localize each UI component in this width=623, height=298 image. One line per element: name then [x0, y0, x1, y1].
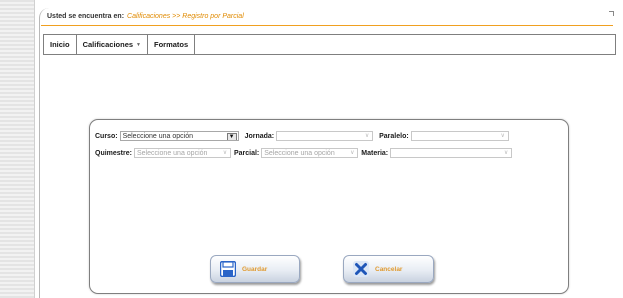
- quimestre-value: Seleccione una opción: [136, 149, 208, 157]
- curso-select[interactable]: Seleccione una opción ▼: [119, 131, 239, 141]
- corner-mark: [609, 11, 614, 16]
- materia-select[interactable]: ∨: [390, 148, 513, 158]
- breadcrumb-trail[interactable]: Calificaciones >> Registro por Parcial: [127, 13, 244, 20]
- chevron-down-icon: ∨: [222, 150, 228, 156]
- paralelo-label: Paralelo:: [379, 132, 409, 140]
- materia-label: Materia:: [361, 149, 389, 157]
- left-gutter: [0, 0, 35, 298]
- cancel-x-icon: [353, 261, 369, 277]
- menu-item-label: Formatos: [154, 40, 189, 49]
- chevron-down-icon: ∨: [500, 133, 505, 139]
- curso-label: Curso:: [95, 132, 118, 140]
- form-row-2: Quimestre: Seleccione una opción ∨ Parci…: [95, 148, 513, 158]
- chevron-down-icon: ∨: [350, 150, 355, 156]
- parcial-select[interactable]: Seleccione una opción ∨: [261, 148, 359, 158]
- menu-item-label: Inicio: [50, 40, 70, 49]
- quimestre-label: Quimestre:: [95, 149, 132, 157]
- floppy-disk-icon: [220, 261, 236, 277]
- form-panel: [89, 119, 569, 294]
- breadcrumb-divider: [41, 25, 613, 26]
- menu-item-label: Calificaciones: [82, 40, 134, 49]
- save-button[interactable]: Guardar: [210, 255, 300, 283]
- paralelo-select[interactable]: ∨: [410, 131, 509, 141]
- breadcrumb-label: Usted se encuentra en:: [47, 13, 125, 20]
- breadcrumb: Usted se encuentra en: Calificaciones >> …: [47, 13, 244, 20]
- chevron-down-icon: ▼: [136, 41, 141, 48]
- chevron-down-icon: ▼: [226, 133, 237, 140]
- cancel-button-label: Cancelar: [375, 265, 403, 273]
- curso-value: Seleccione una opción: [122, 132, 194, 140]
- menu-item-formatos[interactable]: Formatos: [148, 35, 196, 54]
- jornada-select[interactable]: ∨: [276, 131, 374, 141]
- cancel-button[interactable]: Cancelar: [343, 255, 434, 283]
- parcial-label: Parcial:: [233, 149, 260, 157]
- jornada-label: Jornada:: [244, 132, 275, 140]
- save-button-label: Guardar: [242, 265, 268, 273]
- quimestre-select[interactable]: Seleccione una opción ∨: [133, 148, 231, 158]
- parcial-value: Seleccione una opción: [264, 149, 335, 157]
- menu-item-calificaciones[interactable]: Calificaciones ▼: [77, 35, 148, 54]
- form-row-1: Curso: Seleccione una opción ▼ Jornada: …: [95, 131, 509, 141]
- chevron-down-icon: ∨: [503, 150, 509, 156]
- chevron-down-icon: ∨: [364, 133, 370, 139]
- menu-item-inicio[interactable]: Inicio: [44, 35, 77, 54]
- main-menu: Inicio Calificaciones ▼ Formatos: [43, 34, 616, 55]
